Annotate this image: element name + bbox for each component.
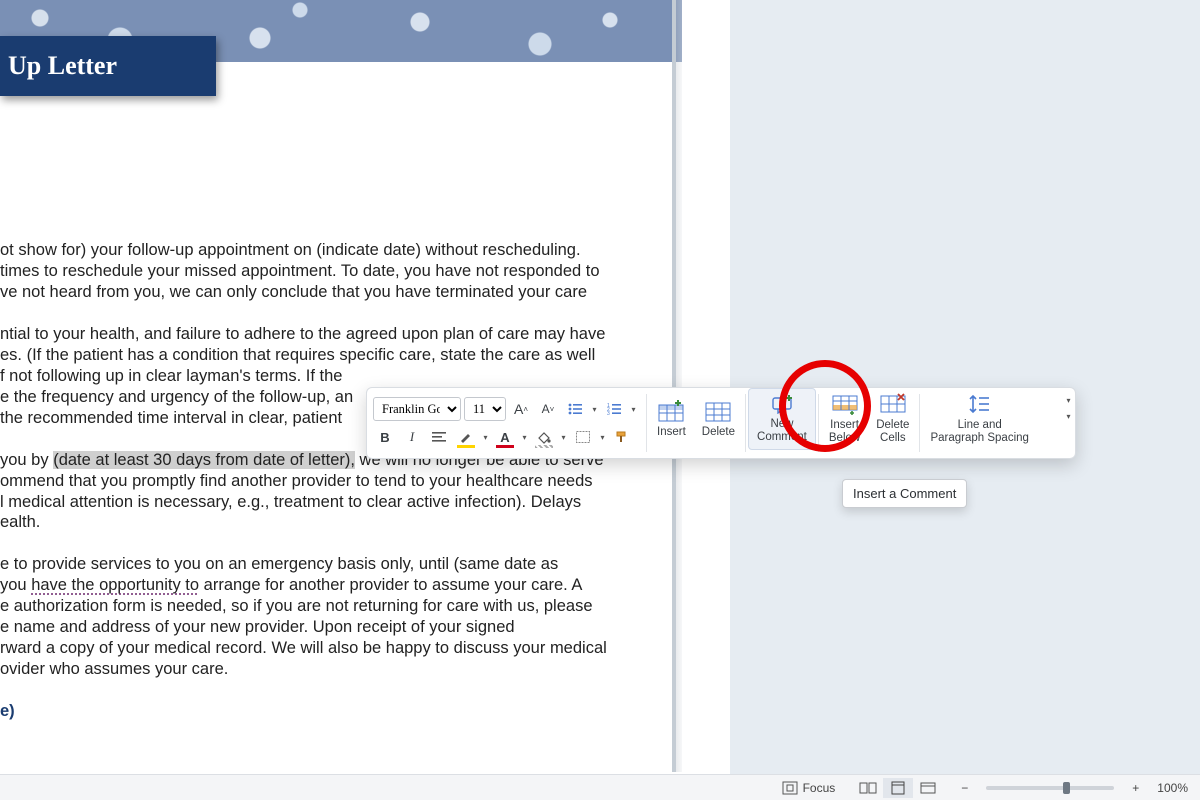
table-insert-icon: [658, 400, 684, 422]
format-painter-icon: [614, 429, 630, 445]
table-delete-label: Delete: [702, 426, 735, 439]
document-title: Up Letter: [8, 51, 117, 81]
shading-button[interactable]: [532, 425, 556, 449]
line-spacing-label: Line andParagraph Spacing: [930, 419, 1028, 444]
svg-text:3: 3: [607, 411, 610, 416]
delete-cells-label: DeleteCells: [876, 419, 909, 444]
web-layout-button[interactable]: [913, 778, 943, 798]
table-delete-dropdown[interactable]: ▾: [1064, 412, 1073, 421]
web-layout-icon: [919, 781, 937, 795]
format-painter-button[interactable]: [610, 425, 634, 449]
delete-cells-button[interactable]: DeleteCells: [868, 388, 917, 450]
font-family-select[interactable]: Franklin Got: [373, 397, 461, 421]
insert-below-label: InsertBelow: [829, 419, 860, 444]
bullets-button[interactable]: [563, 397, 587, 421]
new-comment-label: NewComment: [757, 418, 807, 443]
font-group: Franklin Got 11 A˄ A˅ ▾ 123 ▾ B I: [367, 388, 644, 458]
zoom-in-button[interactable]: +: [1126, 779, 1145, 797]
numbering-button[interactable]: 123: [602, 397, 626, 421]
focus-label: Focus: [803, 781, 836, 795]
paint-bucket-icon: [536, 430, 552, 444]
shading-dropdown[interactable]: ▾: [559, 433, 568, 442]
shrink-font-button[interactable]: A˅: [536, 397, 560, 421]
print-layout-icon: [889, 781, 907, 795]
italic-button[interactable]: I: [400, 425, 424, 449]
zoom-level[interactable]: 100%: [1157, 781, 1188, 795]
focus-icon: [782, 781, 798, 795]
focus-mode-button[interactable]: Focus: [776, 779, 842, 797]
document-body[interactable]: ot show for) your follow-up appointment …: [0, 240, 670, 743]
grow-font-button[interactable]: A˄: [509, 397, 533, 421]
p3-pre[interactable]: you by: [0, 451, 53, 469]
print-layout-button[interactable]: [883, 778, 913, 798]
borders-button[interactable]: [571, 425, 595, 449]
table-delete-icon: [705, 400, 731, 422]
highlight-button[interactable]: [454, 425, 478, 449]
line-spacing-icon: [969, 393, 991, 415]
paragraph-3[interactable]: you by (date at least 30 days from date …: [0, 450, 670, 534]
zoom-slider[interactable]: [986, 786, 1114, 790]
read-mode-button[interactable]: [853, 778, 883, 798]
document-page[interactable]: Up Letter ot show for) your follow-up ap…: [0, 0, 682, 772]
selected-text[interactable]: (date at least 30 days from date of lett…: [53, 451, 355, 469]
font-color-button[interactable]: A: [493, 425, 517, 449]
view-switcher: [853, 778, 943, 798]
new-comment-button[interactable]: NewComment: [748, 388, 816, 450]
insert-below-icon: [832, 393, 858, 415]
table-delete-button[interactable]: Delete ▾: [694, 388, 743, 450]
bullets-dropdown[interactable]: ▾: [590, 405, 599, 414]
paragraph-1[interactable]: ot show for) your follow-up appointment …: [0, 240, 670, 303]
bold-button[interactable]: B: [373, 425, 397, 449]
borders-dropdown[interactable]: ▾: [598, 433, 607, 442]
mini-toolbar: Franklin Got 11 A˄ A˅ ▾ 123 ▾ B I: [366, 387, 1076, 459]
tooltip: Insert a Comment: [842, 479, 967, 508]
bullets-icon: [567, 402, 583, 416]
new-comment-icon: [769, 394, 795, 414]
paragraph-4[interactable]: e to provide services to you on an emerg…: [0, 554, 670, 680]
numbering-dropdown[interactable]: ▾: [629, 405, 638, 414]
align-icon: [431, 430, 447, 444]
delete-cells-icon: [880, 393, 906, 415]
grammar-flag[interactable]: have the opportunity to: [31, 576, 199, 594]
signature-link[interactable]: e): [0, 701, 670, 722]
page-margin-gap: [682, 0, 730, 772]
read-mode-icon: [859, 781, 877, 795]
numbering-icon: 123: [606, 402, 622, 416]
status-bar: Focus − + 100%: [0, 774, 1200, 800]
zoom-out-button[interactable]: −: [955, 779, 974, 797]
workspace: Up Letter ot show for) your follow-up ap…: [0, 0, 1200, 774]
align-button[interactable]: [427, 425, 451, 449]
line-spacing-dropdown[interactable]: ▾: [1064, 396, 1073, 405]
highlight-icon: [459, 430, 473, 444]
table-insert-button[interactable]: Insert: [649, 388, 694, 450]
table-insert-label: Insert: [657, 426, 686, 439]
line-spacing-button[interactable]: Line andParagraph Spacing ▾: [922, 388, 1036, 450]
document-title-box: Up Letter: [0, 36, 216, 96]
font-color-dropdown[interactable]: ▾: [520, 433, 529, 442]
borders-icon: [575, 430, 591, 444]
font-size-select[interactable]: 11: [464, 397, 506, 421]
insert-below-button[interactable]: InsertBelow: [821, 388, 868, 450]
zoom-thumb[interactable]: [1063, 782, 1070, 794]
page-shadow: [676, 0, 682, 772]
highlight-dropdown[interactable]: ▾: [481, 433, 490, 442]
